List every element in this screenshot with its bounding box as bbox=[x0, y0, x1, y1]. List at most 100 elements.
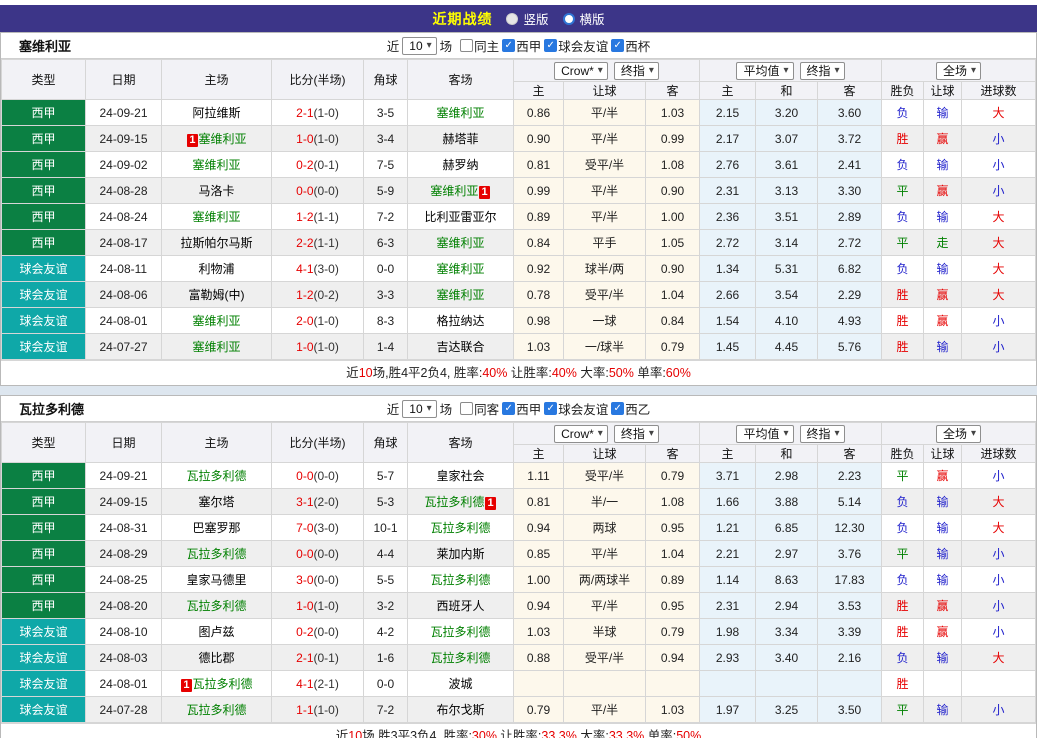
team-name-link[interactable]: 波城 bbox=[448, 677, 472, 691]
same-venue-checkbox[interactable] bbox=[460, 39, 473, 52]
league-checkbox[interactable]: ✓ bbox=[611, 39, 624, 52]
horizontal-layout-option[interactable]: 横版 bbox=[563, 9, 605, 28]
scope-select[interactable]: 全场▾ bbox=[936, 62, 981, 80]
team-name-link[interactable]: 瓦拉多利德 bbox=[430, 625, 490, 639]
league-filter-2[interactable]: ✓ 球会友谊 bbox=[544, 36, 608, 55]
league-filter-2[interactable]: ✓ 球会友谊 bbox=[544, 399, 608, 418]
final-odds-select-2[interactable]: 终指▾ bbox=[800, 425, 845, 443]
handicap-result-cell: 走 bbox=[924, 230, 962, 256]
avg-home-cell: 1.66 bbox=[700, 489, 756, 515]
team-name-link[interactable]: 瓦拉多利德 bbox=[430, 651, 490, 665]
league-checkbox[interactable]: ✓ bbox=[502, 39, 515, 52]
team-name-link[interactable]: 瓦拉多利德 bbox=[430, 521, 490, 535]
radio-unchecked-icon[interactable] bbox=[563, 13, 575, 25]
league-label: 西乙 bbox=[625, 399, 650, 418]
final-odds-select-2[interactable]: 终指▾ bbox=[800, 62, 845, 80]
team-name-link[interactable]: 塞维利亚 bbox=[192, 158, 240, 172]
league-filter-3[interactable]: ✓ 西杯 bbox=[611, 36, 650, 55]
team-name-link[interactable]: 瓦拉多利德 bbox=[430, 573, 490, 587]
col-date: 日期 bbox=[86, 60, 162, 100]
col-goals: 进球数 bbox=[962, 82, 1036, 100]
team-name-link[interactable]: 赫罗纳 bbox=[442, 158, 478, 172]
recent-count-select[interactable]: 10▾ bbox=[402, 400, 436, 418]
final-odds-select[interactable]: 终指▾ bbox=[614, 62, 659, 80]
team-name-link[interactable]: 布尔戈斯 bbox=[436, 703, 484, 717]
team-name-link[interactable]: 塞维利亚 bbox=[192, 340, 240, 354]
league-checkbox[interactable]: ✓ bbox=[611, 402, 624, 415]
corner-cell: 0-0 bbox=[364, 256, 408, 282]
score-cell: 0-0(0-0) bbox=[272, 463, 364, 489]
col-date: 日期 bbox=[86, 423, 162, 463]
team-name-link[interactable]: 塞维利亚 bbox=[436, 236, 484, 250]
team-name-link[interactable]: 德比郡 bbox=[198, 651, 234, 665]
team-name-link[interactable]: 西班牙人 bbox=[436, 599, 484, 613]
team-name-link[interactable]: 巴塞罗那 bbox=[192, 521, 240, 535]
col-avg-home: 主 bbox=[700, 82, 756, 100]
team-name-link[interactable]: 瓦拉多利德 bbox=[186, 469, 246, 483]
handicap-result-cell: 输 bbox=[924, 489, 962, 515]
same-venue-option[interactable]: 同主 bbox=[460, 36, 499, 55]
league-checkbox[interactable]: ✓ bbox=[544, 402, 557, 415]
bookmaker-select[interactable]: Crow*▾ bbox=[554, 425, 608, 443]
team-name-link[interactable]: 吉达联合 bbox=[436, 340, 484, 354]
red-card-badge: 1 bbox=[485, 497, 495, 510]
col-handicap-result: 让球 bbox=[924, 82, 962, 100]
average-select[interactable]: 平均值▾ bbox=[736, 62, 793, 80]
team-name-link[interactable]: 拉斯帕尔马斯 bbox=[180, 236, 252, 250]
team-name-link[interactable]: 富勒姆(中) bbox=[189, 288, 245, 302]
average-select[interactable]: 平均值▾ bbox=[736, 425, 793, 443]
away-odds-cell: 0.95 bbox=[646, 593, 700, 619]
team-name-link[interactable]: 瓦拉多利德 bbox=[193, 677, 253, 691]
league-checkbox[interactable]: ✓ bbox=[544, 39, 557, 52]
recent-count-select[interactable]: 10▾ bbox=[402, 37, 436, 55]
team-name-link[interactable]: 塞维利亚 bbox=[436, 262, 484, 276]
match-row: 球会友谊24-08-06富勒姆(中)1-2(0-2)3-3塞维利亚0.78受平/… bbox=[2, 282, 1036, 308]
team-name-link[interactable]: 皇家社会 bbox=[436, 469, 484, 483]
scope-select[interactable]: 全场▾ bbox=[936, 425, 981, 443]
team-name-link[interactable]: 莱加内斯 bbox=[436, 547, 484, 561]
final-odds-select[interactable]: 终指▾ bbox=[614, 425, 659, 443]
team-name-link[interactable]: 马洛卡 bbox=[198, 184, 234, 198]
league-filter-1[interactable]: ✓ 西甲 bbox=[502, 399, 541, 418]
result-cell: 负 bbox=[882, 489, 924, 515]
team-name-link[interactable]: 塞维利亚 bbox=[192, 210, 240, 224]
team-name-link[interactable]: 阿拉维斯 bbox=[192, 106, 240, 120]
league-filter-3[interactable]: ✓ 西乙 bbox=[611, 399, 650, 418]
home-team-cell: 德比郡 bbox=[162, 645, 272, 671]
team-name-link[interactable]: 瓦拉多利德 bbox=[186, 703, 246, 717]
vertical-layout-option[interactable]: 竖版 bbox=[506, 9, 548, 28]
avg-draw-cell: 3.34 bbox=[756, 619, 818, 645]
same-venue-checkbox[interactable] bbox=[460, 402, 473, 415]
result-cell: 负 bbox=[882, 256, 924, 282]
team-name-link[interactable]: 赫塔菲 bbox=[442, 132, 478, 146]
team-name-link[interactable]: 塞维利亚 bbox=[199, 132, 247, 146]
league-checkbox[interactable]: ✓ bbox=[502, 402, 515, 415]
corner-cell: 1-4 bbox=[364, 334, 408, 360]
goals-result-cell: 小 bbox=[962, 619, 1036, 645]
handicap-result-cell: 输 bbox=[924, 697, 962, 723]
avg-draw-cell: 3.88 bbox=[756, 489, 818, 515]
team-name-link[interactable]: 瓦拉多利德 bbox=[186, 547, 246, 561]
league-type-cell: 西甲 bbox=[2, 178, 86, 204]
team-name-link[interactable]: 图卢兹 bbox=[198, 625, 234, 639]
team-name-link[interactable]: 瓦拉多利德 bbox=[186, 599, 246, 613]
team-name-link[interactable]: 塞维利亚 bbox=[436, 106, 484, 120]
team-name-link[interactable]: 瓦拉多利德 bbox=[424, 495, 484, 509]
chevron-down-icon: ▾ bbox=[971, 427, 976, 441]
home-team-cell: 皇家马德里 bbox=[162, 567, 272, 593]
team-name-link[interactable]: 利物浦 bbox=[198, 262, 234, 276]
bookmaker-select[interactable]: Crow*▾ bbox=[554, 62, 608, 80]
team-name-link[interactable]: 比利亚雷亚尔 bbox=[424, 210, 496, 224]
team-name-link[interactable]: 塞尔塔 bbox=[198, 495, 234, 509]
league-filter-1[interactable]: ✓ 西甲 bbox=[502, 36, 541, 55]
team-name-link[interactable]: 皇家马德里 bbox=[186, 573, 246, 587]
team-name-link[interactable]: 塞维利亚 bbox=[430, 184, 478, 198]
corner-cell: 3-4 bbox=[364, 126, 408, 152]
radio-checked-icon[interactable] bbox=[506, 13, 518, 25]
team-name-link[interactable]: 塞维利亚 bbox=[192, 314, 240, 328]
avg-away-cell: 2.41 bbox=[818, 152, 882, 178]
team-name-link[interactable]: 塞维利亚 bbox=[436, 288, 484, 302]
same-venue-option[interactable]: 同客 bbox=[460, 399, 499, 418]
team-name-link[interactable]: 格拉纳达 bbox=[436, 314, 484, 328]
goals-result-cell: 小 bbox=[962, 593, 1036, 619]
